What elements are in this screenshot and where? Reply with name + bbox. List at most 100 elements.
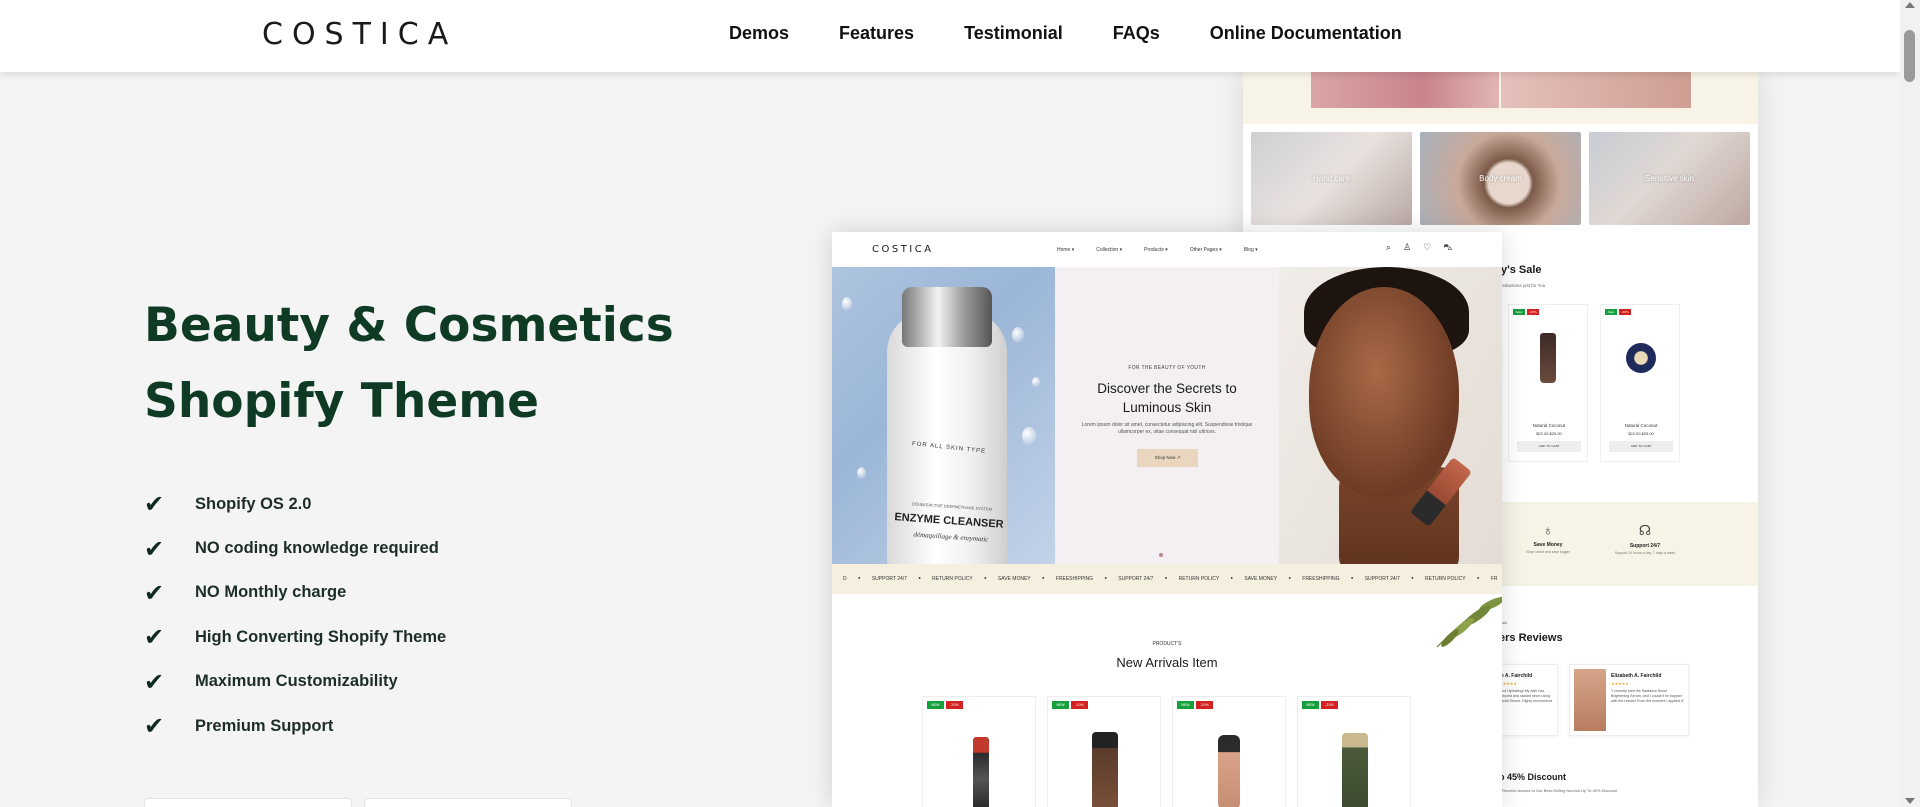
product-card[interactable]: NEW -20% (1047, 696, 1161, 807)
heart-icon: ♡ (1423, 243, 1432, 253)
product-image (1626, 343, 1656, 373)
reviewer-avatar (1574, 669, 1606, 731)
sale-product-card[interactable]: Sale -20% Natural Coconut $22.00 $25.00 … (1600, 304, 1680, 462)
check-icon: ✔ (144, 534, 165, 563)
badge-discount: -20% (1071, 701, 1088, 709)
preview-nav-blog: Blog ▾ (1243, 247, 1258, 253)
badge-discount: -20% (1196, 701, 1213, 709)
ticker-separator-icon: • (983, 576, 987, 582)
slider-headline: Discover the Secrets to Luminous Skin (1055, 379, 1279, 417)
hero-slider: FOR ALL SKIN TYPE DOUBLEACTIVE DEEPMETHA… (832, 267, 1502, 564)
hero-title: Beauty & Cosmetics Shopify Theme (144, 288, 704, 440)
nav-testimonial[interactable]: Testimonial (964, 23, 1063, 44)
page-scrollbar[interactable] (1900, 0, 1920, 807)
add-to-cart-button[interactable]: ADD TO CART (1517, 441, 1581, 452)
search-icon: ⌕ (1386, 243, 1392, 253)
product-card[interactable]: NEW -20% (922, 696, 1036, 807)
badge-new: NEW (1052, 701, 1069, 709)
feature-text: Maximum Customizability (195, 672, 398, 691)
slider-text-panel: FOR THE BEAUTY OF YOUTH Discover the Sec… (1055, 267, 1279, 564)
product-name: Natural Coconut (1532, 423, 1566, 428)
ticker-item: SAVE MONEY (1244, 576, 1278, 582)
badge-discount: -20% (1321, 701, 1338, 709)
preview-header: COSTICA Home ▾ Collection ▾ Products ▾ O… (832, 232, 1502, 267)
discount-tag: -20% (1619, 309, 1631, 315)
scroll-thumb[interactable] (1904, 30, 1915, 82)
water-drop (1012, 327, 1024, 343)
sale-tag: Sale (1513, 309, 1525, 315)
review-text: "I recently tried the Radiance Boost Bri… (1611, 689, 1684, 703)
sale-product-card[interactable]: Sale -20% Natural Coconut $22.00 $25.00 … (1508, 304, 1588, 462)
brand-logo[interactable]: COSTICA (262, 17, 457, 52)
feature-item: ✔ NO coding knowledge required (144, 526, 446, 570)
ticker-separator-icon: • (1350, 576, 1354, 582)
hand-banner-image (1501, 72, 1691, 108)
sale-tag: Sale (1605, 309, 1617, 315)
scroll-down-arrow-icon[interactable] (1905, 798, 1915, 804)
badge-new: NEW (927, 701, 944, 709)
product-name: Natural Coconut (1624, 423, 1658, 428)
ticker-item: SUPPORT 24/7 (1118, 576, 1154, 582)
category-body-cream[interactable]: Body cream (1420, 132, 1581, 225)
lips-banner-image (1311, 72, 1499, 108)
shop-now-button[interactable]: Shop Now ↗ (1137, 449, 1198, 467)
discount-subheading: s Receive Access to Our Best-Selling Nou… (1499, 788, 1618, 793)
top-navbar: COSTICA Demos Features Testimonial FAQs … (0, 0, 1900, 72)
reviews-heading: ers Reviews (1499, 632, 1563, 644)
feature-text: NO coding knowledge required (195, 539, 439, 558)
check-icon: ✔ (144, 623, 165, 652)
slider-headline-line2: Luminous Skin (1122, 400, 1212, 415)
feature-list: ✔ Shopify OS 2.0 ✔ NO coding knowledge req… (144, 482, 446, 748)
cleanser-image: FOR ALL SKIN TYPE DOUBLEACTIVE DEEPMETHA… (832, 267, 1055, 564)
service-title: Save Money (1533, 542, 1563, 548)
serum-bottle-image (1092, 732, 1118, 807)
ticker-item: RETURN POLICY (932, 576, 973, 582)
ticker-separator-icon: • (1041, 576, 1045, 582)
feature-text: Premium Support (195, 716, 334, 735)
hero-title-line2: Shopify Theme (144, 374, 540, 429)
nav-features[interactable]: Features (839, 23, 914, 44)
user-icon: ♙ (1403, 243, 1412, 253)
category-label: Sensitive skin (1645, 174, 1694, 183)
scroll-up-arrow-icon[interactable] (1905, 2, 1915, 8)
badge-discount: -20% (946, 701, 963, 709)
hero-title-line1: Beauty & Cosmetics (144, 298, 674, 353)
nav-faqs[interactable]: FAQs (1113, 23, 1160, 44)
ticker-separator-icon: • (857, 576, 861, 582)
hero-cta-button-secondary[interactable] (364, 798, 572, 807)
ticker-item: SAVE MONEY (997, 576, 1031, 582)
service-subtitle: Support 24 hours a day, 7 days a week (1614, 551, 1676, 555)
product-card[interactable]: NEW -20% (1297, 696, 1411, 807)
ticker-item: FREESHIPPING (1055, 576, 1094, 582)
ticker-item: SUPPORT 24/7 (1364, 576, 1400, 582)
slider-dot[interactable] (1159, 553, 1163, 557)
nav-online-documentation[interactable]: Online Documentation (1210, 23, 1402, 44)
review-text: rand Hydrating! My dark has reduced and … (1499, 689, 1554, 703)
service-title: Support 24/7 (1629, 543, 1661, 549)
service-subtitle: Shop smart and save bigger (1526, 550, 1570, 554)
review-card: th A. Fairchild ★★★★★ rand Hydrating! My… (1493, 664, 1558, 736)
rating-stars: ★★★★★ (1611, 681, 1629, 686)
ticker-separator-icon: • (1164, 576, 1168, 582)
piggy-bank-icon: ♁ (1542, 522, 1554, 538)
hero-cta-button-primary[interactable] (144, 798, 352, 807)
category-sensitive-skin[interactable]: Sensitive skin (1589, 132, 1750, 225)
product-image (1540, 333, 1556, 383)
category-label: Body cream (1479, 174, 1522, 183)
slider-body: Lorem ipsum dolor sit amet, consectetur … (1081, 422, 1253, 435)
green-bottle-image (1342, 733, 1368, 807)
category-hand-care[interactable]: Hand care (1251, 132, 1412, 225)
preview-nav-collection: Collection ▾ (1096, 247, 1123, 253)
lipstick-image (973, 737, 989, 807)
feature-text: NO Monthly charge (195, 583, 347, 602)
model-image (1279, 267, 1502, 564)
add-to-cart-button[interactable]: ADD TO CART (1609, 441, 1673, 452)
ticker-item: RETURN POLICY (1178, 576, 1220, 582)
main-nav: Demos Features Testimonial FAQs Online D… (729, 23, 1402, 44)
arrivals-kicker: PRODUCT'S (1152, 641, 1182, 647)
product-card[interactable]: NEW -20% (1172, 696, 1286, 807)
badge-new: NEW (1177, 701, 1194, 709)
nav-demos[interactable]: Demos (729, 23, 789, 44)
feature-item: ✔ NO Monthly charge (144, 571, 446, 615)
product-price: $22.00 $25.00 (1536, 431, 1562, 436)
